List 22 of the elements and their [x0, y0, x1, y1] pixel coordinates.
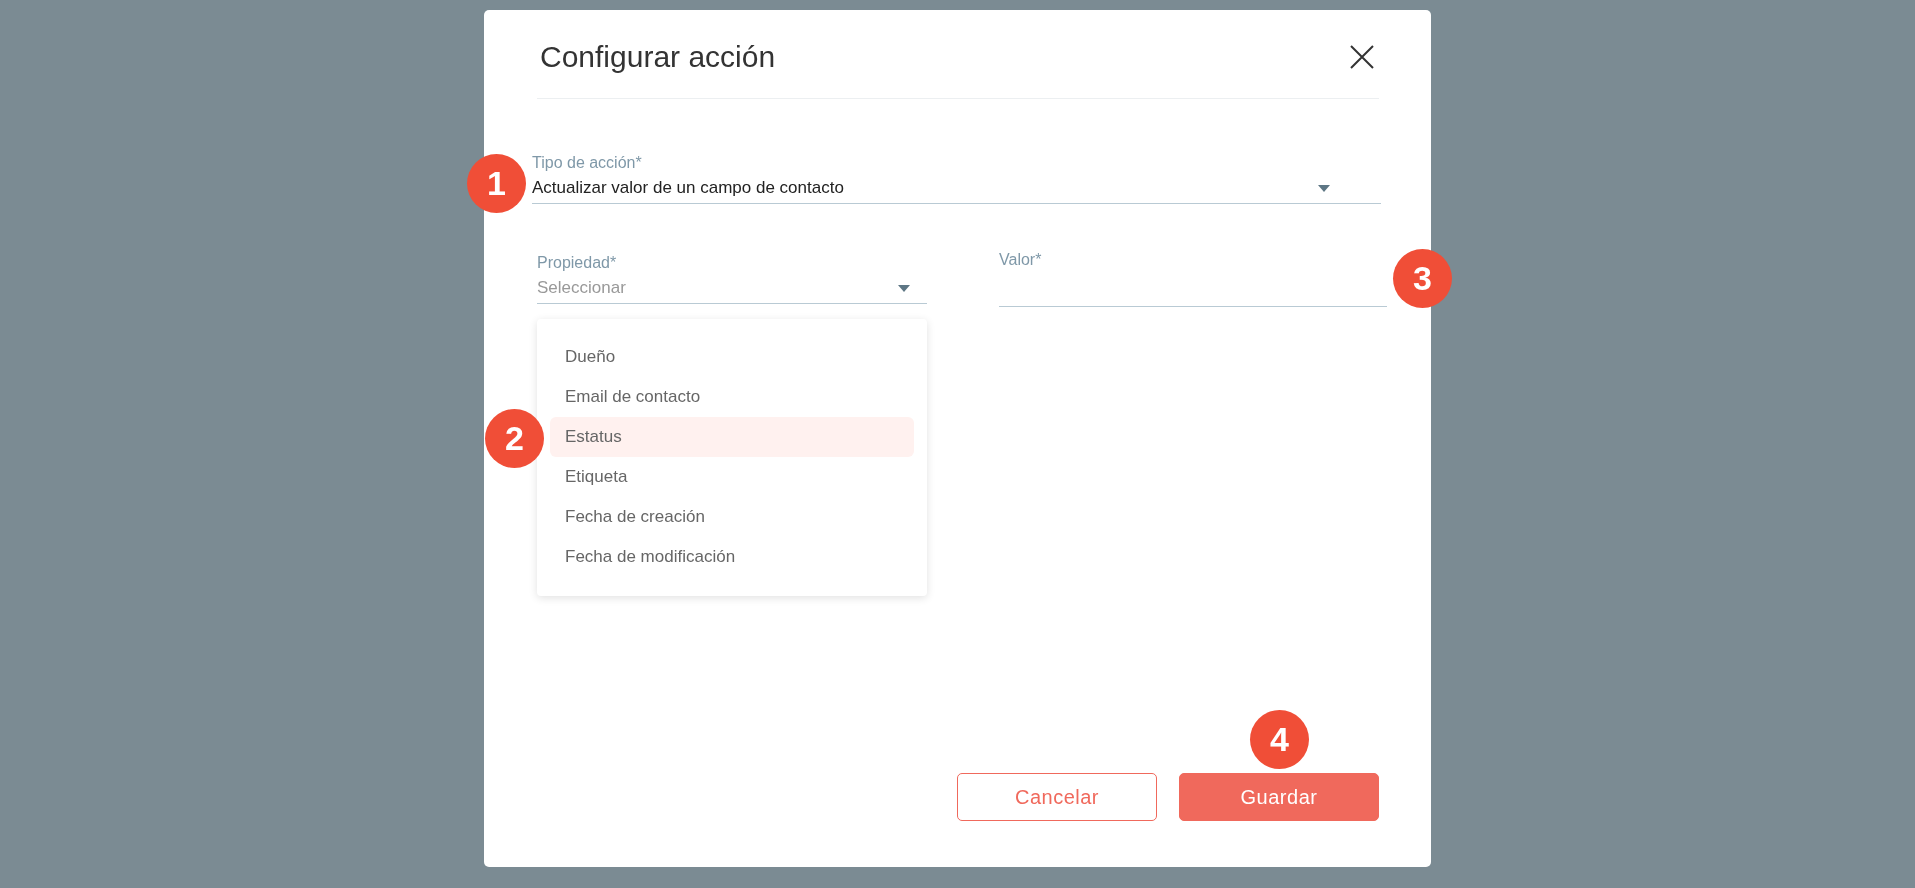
menu-option[interactable]: Fecha de modificación: [550, 537, 914, 577]
menu-option[interactable]: Dueño: [550, 337, 914, 377]
close-icon: [1349, 44, 1375, 70]
menu-option[interactable]: Email de contacto: [550, 377, 914, 417]
close-button[interactable]: [1349, 44, 1375, 70]
field-label: Valor*: [999, 250, 1043, 270]
step-number-badge: 2: [485, 409, 544, 468]
menu-option[interactable]: Estatus: [550, 417, 914, 457]
field-label: Propiedad*: [537, 253, 618, 273]
field-label: Tipo de acción*: [532, 153, 643, 173]
menu-option[interactable]: Fecha de creación: [550, 497, 914, 537]
save-button[interactable]: Guardar: [1179, 773, 1379, 821]
caret-icon: [1318, 184, 1330, 192]
step-number-badge: 1: [467, 154, 526, 213]
cancel-button[interactable]: Cancelar: [957, 773, 1157, 821]
step-number-badge: 3: [1393, 249, 1452, 308]
action-type-select[interactable]: Actualizar valor de un campo de contacto: [532, 173, 1381, 204]
step-number-badge: 4: [1250, 710, 1309, 769]
caret-icon: [898, 284, 910, 292]
menu-option[interactable]: Etiqueta: [550, 457, 914, 497]
dialog-title: Configurar acción: [540, 40, 776, 74]
property-select[interactable]: Seleccionar: [537, 273, 927, 304]
